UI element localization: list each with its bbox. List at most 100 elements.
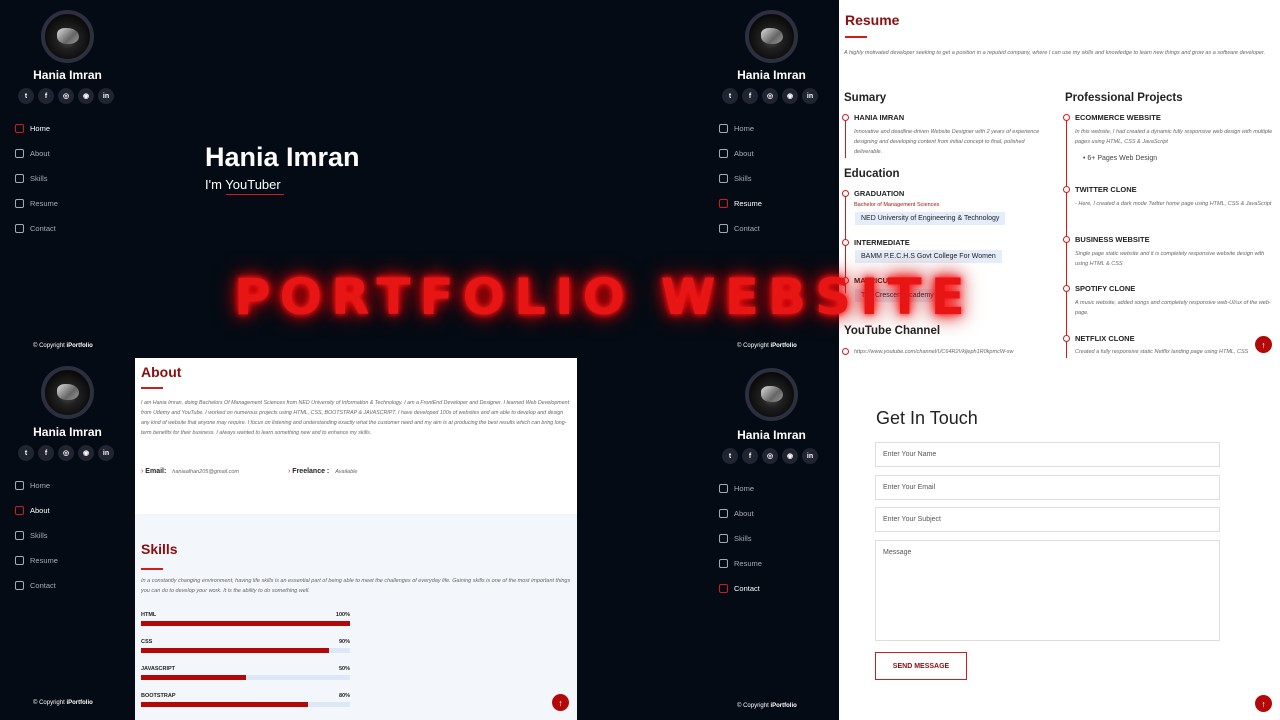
instagram-icon[interactable]: ◎ xyxy=(762,448,778,464)
email-input[interactable]: Enter Your Email xyxy=(875,475,1220,500)
nav-label: Home xyxy=(30,124,51,133)
envelope-icon xyxy=(719,584,728,593)
nav-label: Skills xyxy=(734,174,752,183)
nav-item-home[interactable]: Home xyxy=(719,116,834,141)
sidebar: Hania Imran t f ◎ ◉ in Home About Skills… xyxy=(0,0,135,358)
subject-input[interactable]: Enter Your Subject xyxy=(875,507,1220,532)
resume-title: Resume xyxy=(845,12,900,28)
graduation-degree: Bachelor of Management Sciences xyxy=(854,202,940,208)
nav-item-contact[interactable]: Contact xyxy=(719,216,834,241)
nav-item-about[interactable]: About xyxy=(719,501,834,526)
nav-item-contact[interactable]: Contact xyxy=(15,216,130,241)
nav-item-home[interactable]: Home xyxy=(719,476,834,501)
envelope-icon xyxy=(15,581,24,590)
timeline-dot xyxy=(842,239,849,246)
github-icon[interactable]: ◉ xyxy=(78,445,94,461)
nav-item-skills[interactable]: Skills xyxy=(15,523,130,548)
user-icon xyxy=(719,509,728,518)
nav-label: Home xyxy=(30,481,51,490)
linkedin-icon[interactable]: in xyxy=(802,88,818,104)
nav-item-resume[interactable]: Resume xyxy=(15,191,130,216)
nav-item-skills[interactable]: Skills xyxy=(719,526,834,551)
skill-percent: 90% xyxy=(338,639,350,645)
project-title: NETFLIX CLONE xyxy=(1075,334,1135,343)
nav-item-resume[interactable]: Resume xyxy=(719,191,834,216)
linkedin-icon[interactable]: in xyxy=(802,448,818,464)
nav-item-resume[interactable]: Resume xyxy=(15,548,130,573)
skill-percent: 50% xyxy=(338,666,350,672)
nav-item-contact[interactable]: Contact xyxy=(719,576,834,601)
github-icon[interactable]: ◉ xyxy=(782,88,798,104)
nav-item-contact[interactable]: Contact xyxy=(15,573,130,598)
user-icon xyxy=(15,149,24,158)
summary-heading: Sumary xyxy=(844,92,887,104)
nav-item-home[interactable]: Home xyxy=(15,473,130,498)
back-to-top-button[interactable]: ↑ xyxy=(1255,695,1272,712)
title-underline xyxy=(845,36,867,38)
file-icon xyxy=(719,199,728,208)
avatar xyxy=(41,10,94,63)
linkedin-icon[interactable]: in xyxy=(98,445,114,461)
contact-title: Get In Touch xyxy=(876,408,978,428)
facebook-icon[interactable]: f xyxy=(38,445,54,461)
facebook-icon[interactable]: f xyxy=(742,448,758,464)
timeline-dot xyxy=(1063,114,1070,121)
message-textarea[interactable]: Message xyxy=(875,540,1220,641)
copyright: © Copyright iPortfolio xyxy=(737,703,797,709)
skills-icon xyxy=(15,174,24,183)
github-icon[interactable]: ◉ xyxy=(782,448,798,464)
nav-item-about[interactable]: About xyxy=(719,141,834,166)
linkedin-icon[interactable]: in xyxy=(98,88,114,104)
back-to-top-button[interactable]: ↑ xyxy=(552,694,569,711)
intermediate-school: BAMM P.E.C.H.S Govt College For Women xyxy=(855,250,1002,263)
github-icon[interactable]: ◉ xyxy=(78,88,94,104)
timeline-dot xyxy=(1063,335,1070,342)
twitter-icon[interactable]: t xyxy=(722,88,738,104)
nav-label: Skills xyxy=(734,534,752,543)
user-icon xyxy=(15,506,24,515)
nav-label: Contact xyxy=(734,224,760,233)
envelope-icon xyxy=(15,224,24,233)
youtube-url[interactable]: https://www.youtube.com/channel/UC64R2Vk… xyxy=(854,347,1054,357)
facebook-icon[interactable]: f xyxy=(38,88,54,104)
twitter-icon[interactable]: t xyxy=(18,88,34,104)
nav-item-skills[interactable]: Skills xyxy=(719,166,834,191)
send-message-button[interactable]: SEND MESSAGE xyxy=(875,652,967,680)
nav-item-skills[interactable]: Skills xyxy=(15,166,130,191)
back-to-top-button[interactable]: ↑ xyxy=(1255,336,1272,353)
name-input[interactable]: Enter Your Name xyxy=(875,442,1220,467)
overlay-title: PORTFOLIO WEBSITE xyxy=(234,268,974,326)
skill-percent: 100% xyxy=(335,612,350,618)
envelope-icon xyxy=(719,224,728,233)
social-links: t f ◎ ◉ in xyxy=(18,445,114,461)
title-underline xyxy=(141,387,163,389)
instagram-icon[interactable]: ◎ xyxy=(58,88,74,104)
skills-icon xyxy=(719,174,728,183)
skills-icon xyxy=(15,531,24,540)
about-text: I am Hania Imran, doing Bachelors Of Man… xyxy=(141,400,570,436)
instagram-icon[interactable]: ◎ xyxy=(762,88,778,104)
twitter-icon[interactable]: t xyxy=(722,448,738,464)
nav-label: Resume xyxy=(734,199,762,208)
nav-item-home[interactable]: Home xyxy=(15,116,130,141)
email-row: › Email: haniaalhan205@gmail.com xyxy=(141,468,240,475)
profile-name: Hania Imran xyxy=(33,425,102,439)
nav-item-resume[interactable]: Resume xyxy=(719,551,834,576)
timeline-dot xyxy=(1063,236,1070,243)
nav-item-about[interactable]: About xyxy=(15,141,130,166)
profile-name: Hania Imran xyxy=(737,428,806,442)
facebook-icon[interactable]: f xyxy=(742,88,758,104)
graduation-school: NED University of Engineering & Technolo… xyxy=(855,212,1006,225)
twitter-icon[interactable]: t xyxy=(18,445,34,461)
nav-label: Resume xyxy=(30,199,58,208)
nav-label: Home xyxy=(734,124,755,133)
skill-bar-fill xyxy=(141,675,246,680)
instagram-icon[interactable]: ◎ xyxy=(58,445,74,461)
user-icon xyxy=(719,149,728,158)
project-desc: Single page static website and it is com… xyxy=(1075,251,1265,267)
nav-item-about[interactable]: About xyxy=(15,498,130,523)
file-icon xyxy=(719,559,728,568)
project-title: SPOTIFY CLONE xyxy=(1075,284,1136,293)
skills-title: Skills xyxy=(141,541,178,557)
project-bullet: • 6+ Pages Web Design xyxy=(1083,155,1158,162)
